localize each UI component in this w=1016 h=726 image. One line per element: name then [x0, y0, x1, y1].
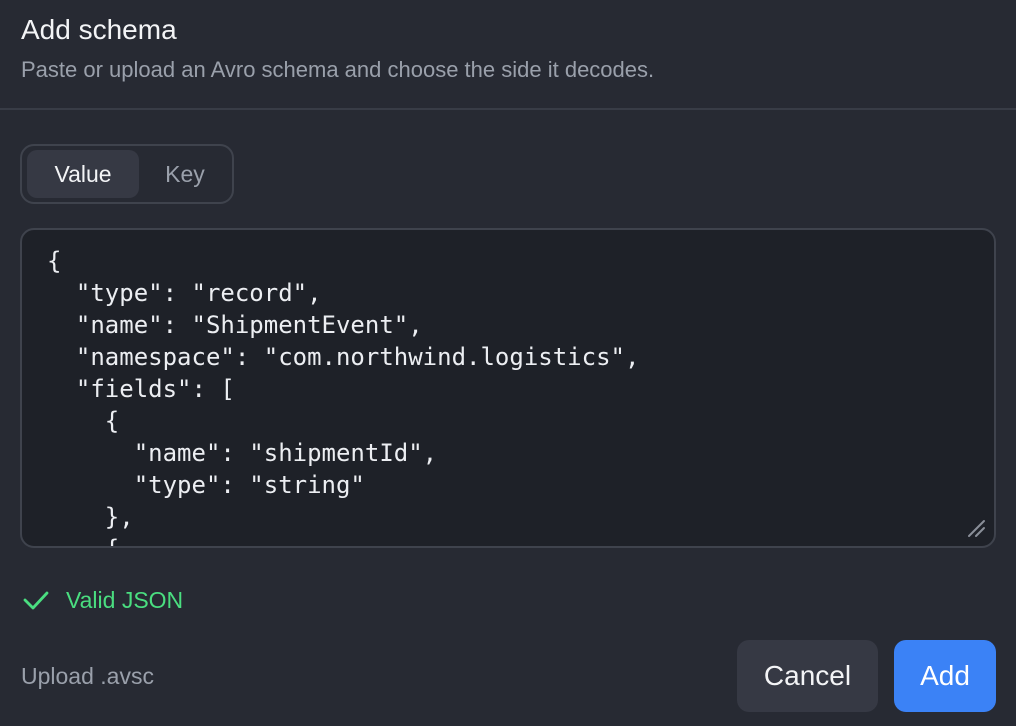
check-icon	[23, 591, 49, 610]
schema-editor[interactable]: { "type": "record", "name": "ShipmentEve…	[20, 228, 996, 548]
add-button[interactable]: Add	[894, 640, 996, 712]
validation-text: Valid JSON	[66, 586, 184, 613]
upload-avsc-link[interactable]: Upload .avsc	[21, 660, 154, 692]
cancel-button[interactable]: Cancel	[737, 640, 878, 712]
schema-side-toggle: Value Key	[20, 144, 234, 204]
side-option-value[interactable]: Value	[27, 150, 139, 198]
dialog-title: Add schema	[21, 14, 177, 45]
validation-status: Valid JSON	[22, 584, 183, 616]
side-option-key[interactable]: Key	[144, 150, 226, 198]
add-schema-dialog: Add schema Paste or upload an Avro schem…	[0, 0, 1016, 726]
resize-handle-icon[interactable]	[966, 518, 986, 538]
dialog-header: Add schema Paste or upload an Avro schem…	[0, 0, 1016, 110]
schema-editor-content[interactable]: { "type": "record", "name": "ShipmentEve…	[47, 245, 639, 546]
dialog-subtitle: Paste or upload an Avro schema and choos…	[21, 57, 655, 82]
